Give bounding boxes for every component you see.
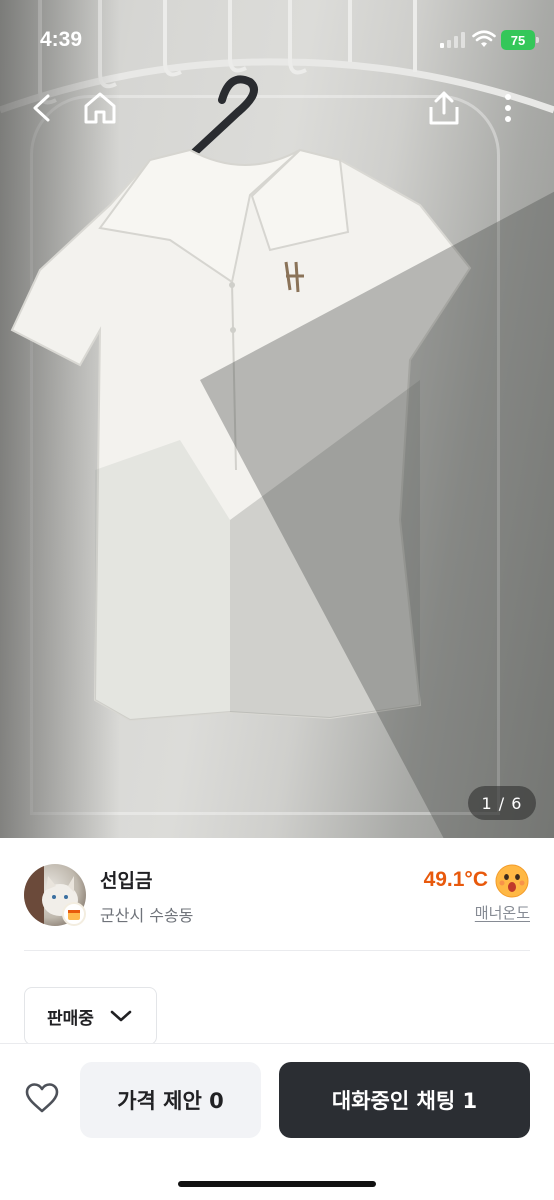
manner-temperature-link[interactable]: 매너온도 — [475, 902, 530, 923]
seller-name: 선입금 — [100, 870, 153, 892]
wifi-icon — [472, 30, 496, 47]
home-icon — [84, 92, 116, 124]
share-icon — [429, 91, 459, 125]
battery-indicator: 75 — [501, 30, 539, 50]
home-button[interactable] — [78, 86, 122, 130]
badge-icon — [62, 902, 86, 926]
cellular-signal-icon — [440, 32, 465, 48]
status-time: 4:39 — [40, 28, 83, 51]
chatting-button[interactable]: 대화중인 채팅 1 — [279, 1062, 530, 1138]
seller-profile[interactable]: 선입금 군산시 수송동 49.1°C 매너온도 — [0, 838, 554, 950]
more-vertical-icon — [505, 94, 511, 122]
sale-status-dropdown[interactable]: 판매중 — [24, 987, 157, 1045]
price-offer-button[interactable]: 가격 제안 0 — [80, 1062, 261, 1138]
bottom-action-bar: 가격 제안 0 대화중인 채팅 1 — [0, 1043, 554, 1200]
back-arrow-icon — [33, 94, 50, 122]
image-page-indicator: 1 / 6 — [468, 786, 536, 820]
surprised-face-icon — [495, 864, 529, 898]
share-button[interactable] — [422, 86, 466, 130]
like-button[interactable] — [22, 1078, 62, 1118]
status-bar: 4:39 75 — [0, 0, 554, 82]
heart-icon — [25, 1083, 59, 1113]
seller-location: 군산시 수송동 — [100, 906, 194, 925]
home-indicator — [178, 1181, 376, 1187]
sale-status-label: 판매중 — [47, 1008, 94, 1029]
back-button[interactable] — [22, 88, 62, 128]
section-divider — [24, 950, 530, 951]
manner-temperature: 49.1°C — [423, 868, 488, 891]
chevron-down-icon — [110, 1010, 132, 1022]
more-options-button[interactable] — [488, 86, 528, 130]
